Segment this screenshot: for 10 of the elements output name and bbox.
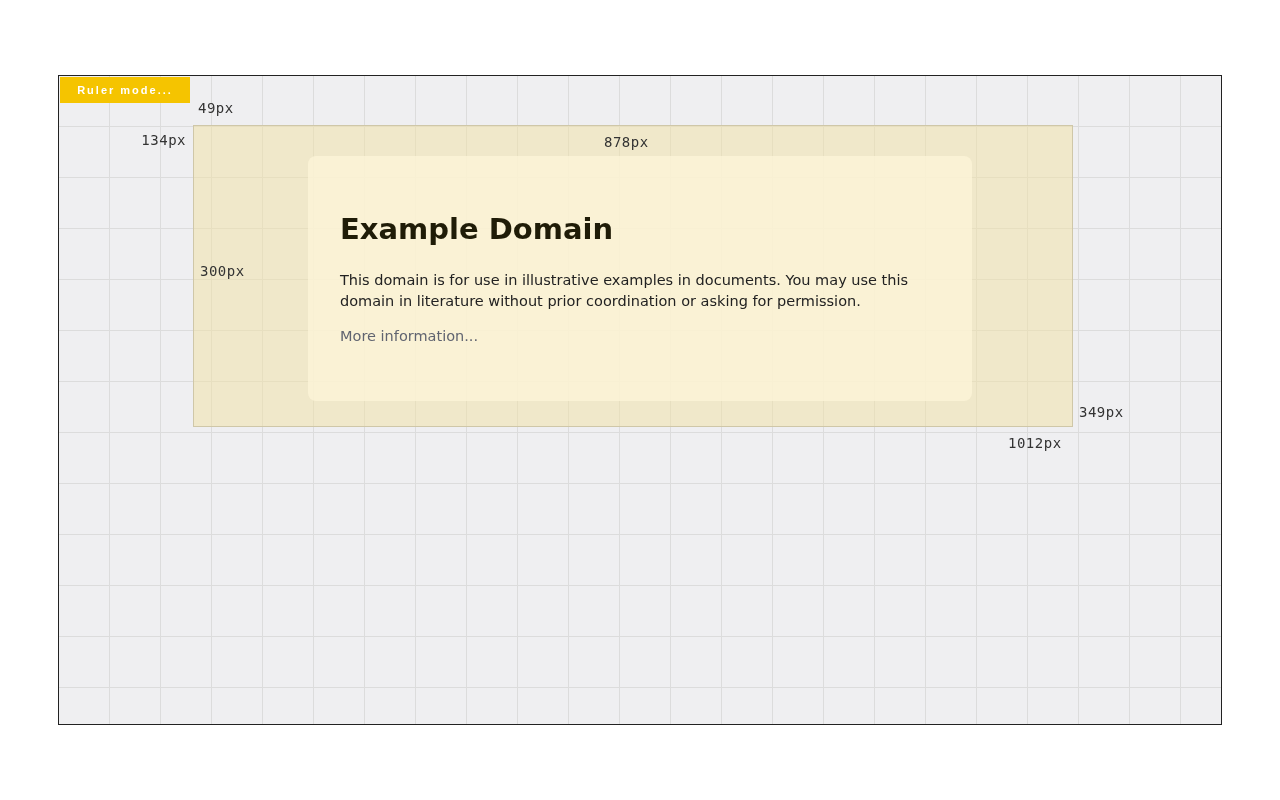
measurement-label: 49px	[198, 100, 234, 116]
measurement-label: 134px	[141, 132, 186, 148]
measurement-label: 1012px	[1008, 435, 1062, 451]
page-heading: Example Domain	[340, 212, 614, 246]
measurement-label: 300px	[200, 263, 245, 279]
measurement-label: 878px	[604, 134, 649, 150]
description-text: This domain is for use in illustrative examples in documents. You may use this domain in literature without prior coordination or asking for permission.	[340, 271, 910, 311]
ruler-mode-badge: Ruler mode...	[60, 77, 190, 103]
measurement-label: 349px	[1079, 404, 1124, 420]
more-information-link[interactable]: More information...	[340, 328, 479, 344]
